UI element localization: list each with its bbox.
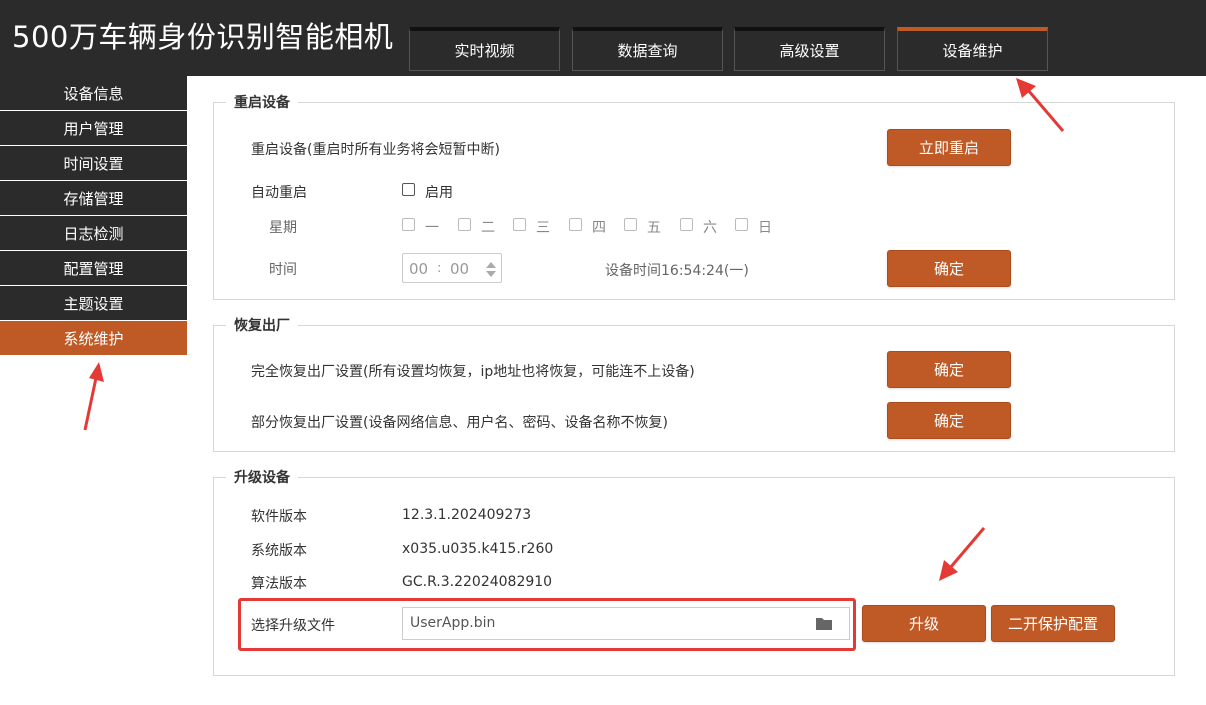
- arrow-to-upgrade-icon: [939, 527, 986, 581]
- annotation-arrows: [83, 78, 1065, 581]
- arrow-to-sidebar-icon: [83, 362, 104, 431]
- arrow-to-tab-icon: [1016, 78, 1065, 132]
